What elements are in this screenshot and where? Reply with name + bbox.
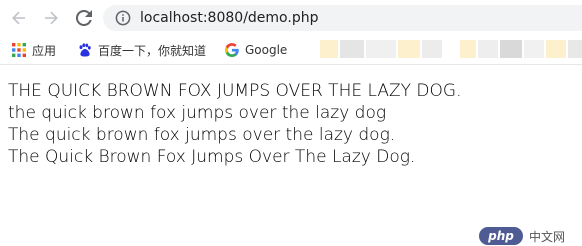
blurred-bookmark[interactable]: [422, 40, 442, 58]
browser-toolbar: localhost:8080/demo.php: [0, 0, 582, 36]
back-button[interactable]: [8, 7, 30, 29]
back-arrow-icon: [12, 11, 25, 25]
address-bar[interactable]: localhost:8080/demo.php: [103, 5, 582, 31]
watermark-text: 中文网: [529, 229, 566, 244]
blurred-bookmark[interactable]: [546, 40, 566, 58]
blurred-bookmark[interactable]: [366, 40, 396, 58]
text-line-uppercase: THE QUICK BROWN FOX JUMPS OVER THE LAZY …: [8, 81, 462, 101]
reload-button[interactable]: [73, 7, 95, 29]
google-g-icon: [225, 43, 239, 57]
text-line-lowercase: the quick brown fox jumps over the lazy …: [8, 103, 387, 123]
php-cn-watermark: php 中文网: [479, 226, 565, 246]
blurred-bookmark[interactable]: [478, 40, 498, 58]
blurred-bookmark[interactable]: [524, 40, 544, 58]
blurred-bookmark[interactable]: [320, 40, 338, 58]
url-text[interactable]: localhost:8080/demo.php: [140, 8, 318, 28]
blurred-bookmark[interactable]: [340, 40, 364, 58]
apps-grid-icon: [12, 43, 26, 57]
blurred-bookmark[interactable]: [568, 40, 582, 58]
text-line-sentence-case: The quick brown fox jumps over the lazy …: [8, 125, 396, 145]
bookmark-apps[interactable]: 应用: [12, 36, 56, 64]
bookmark-google[interactable]: Google: [225, 36, 287, 64]
bookmark-label: Google: [245, 43, 288, 57]
info-circle-icon[interactable]: [115, 10, 131, 26]
forward-button[interactable]: [40, 7, 62, 29]
page-content: THE QUICK BROWN FOX JUMPS OVER THE LAZY …: [8, 80, 578, 168]
bookmark-label: 百度一下，你就知道: [98, 43, 207, 58]
blurred-bookmark[interactable]: [500, 40, 522, 58]
forward-arrow-icon: [45, 11, 58, 25]
reload-icon: [76, 10, 92, 26]
baidu-paw-icon: [78, 43, 92, 57]
blurred-bookmark[interactable]: [398, 40, 420, 58]
bookmark-label: 应用: [32, 43, 57, 58]
bookmark-baidu[interactable]: 百度一下，你就知道: [78, 36, 206, 64]
php-logo: php: [479, 227, 523, 245]
text-line-title-case: The Quick Brown Fox Jumps Over The Lazy …: [8, 147, 416, 167]
blurred-bookmark[interactable]: [460, 40, 476, 58]
